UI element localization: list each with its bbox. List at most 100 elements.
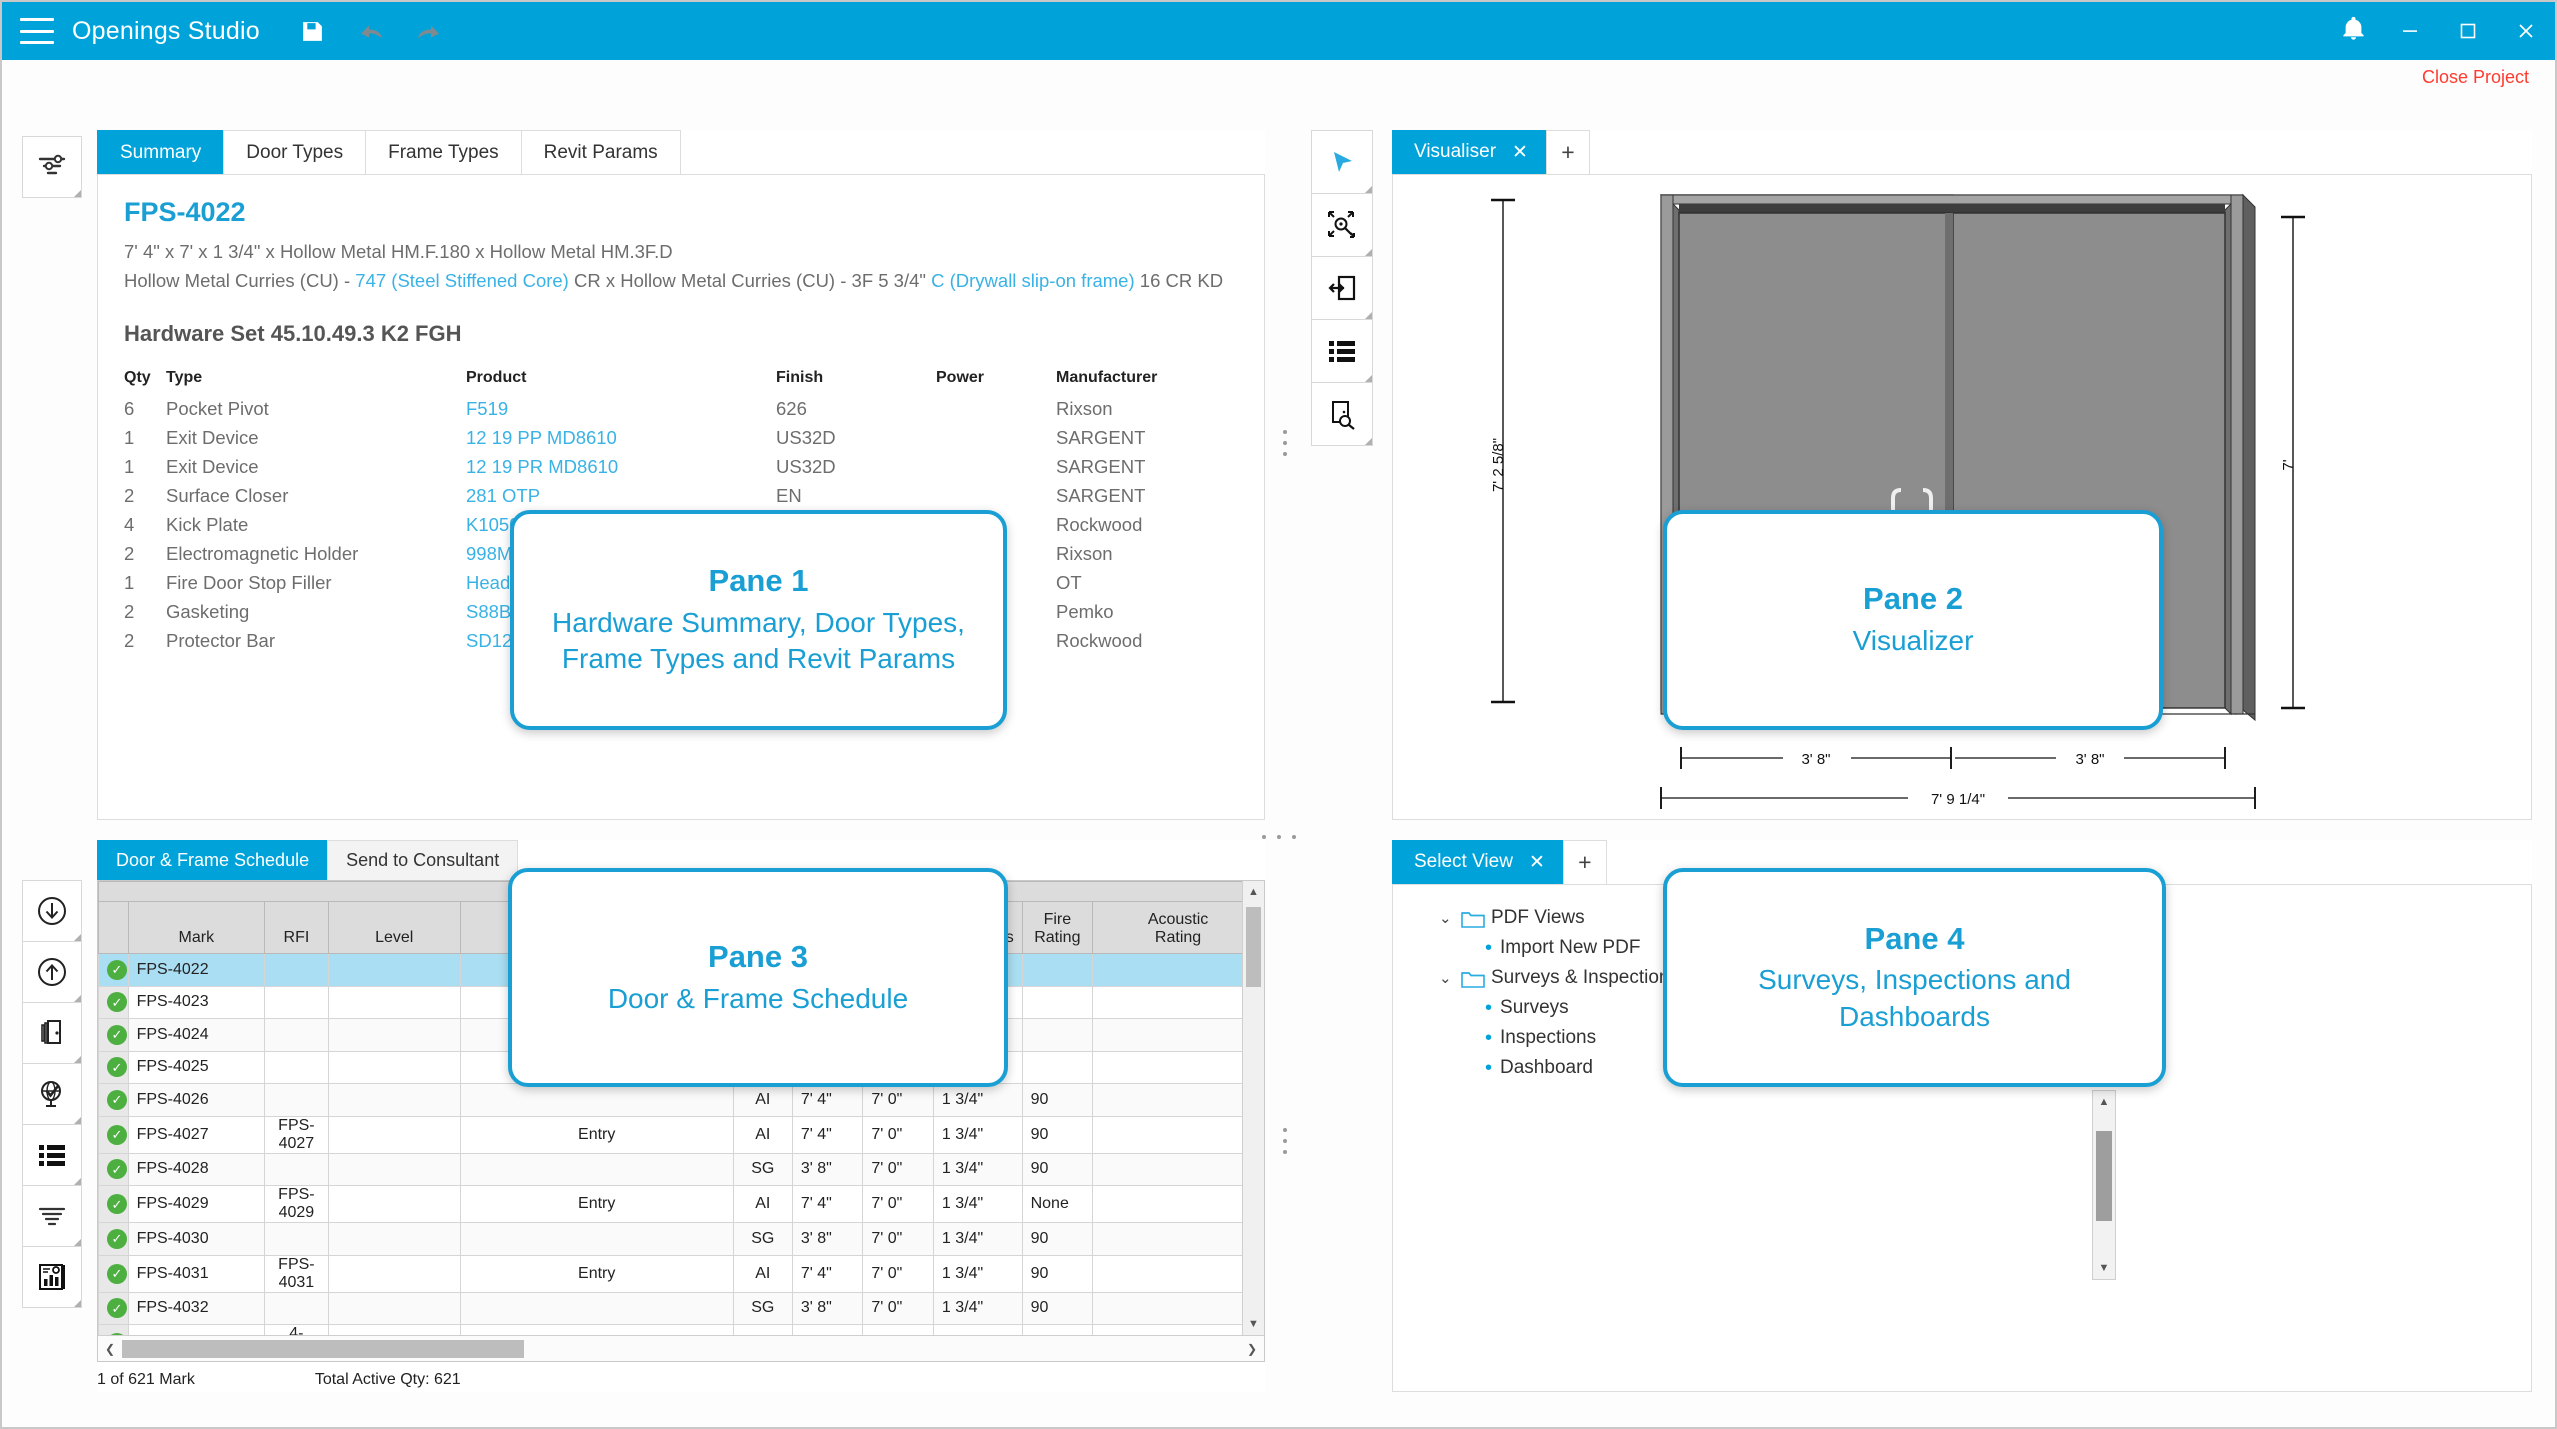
cell-level[interactable] bbox=[327, 1152, 461, 1186]
cell-level[interactable] bbox=[327, 1291, 461, 1325]
cell-height[interactable]: 7' 0" bbox=[862, 1254, 934, 1293]
minimize-button[interactable] bbox=[2381, 2, 2439, 60]
cell-mark[interactable]: FPS-4026 bbox=[127, 1083, 266, 1117]
cell-fire-rating[interactable]: 90 bbox=[1021, 1115, 1094, 1154]
splitter-handle-vertical-2[interactable] bbox=[1283, 1128, 1287, 1154]
row-check-icon[interactable]: ✓ bbox=[98, 1291, 129, 1325]
upload-circle-icon[interactable] bbox=[22, 941, 82, 1003]
tree-scroll-thumb[interactable] bbox=[2096, 1131, 2112, 1221]
cell-to-room[interactable]: Entry bbox=[459, 1254, 734, 1293]
cursor-arrow-icon[interactable] bbox=[1311, 130, 1373, 194]
cell-acoustic-rating[interactable] bbox=[1092, 985, 1264, 1019]
zoom-extents-icon[interactable] bbox=[1311, 193, 1373, 257]
schedule-column-header[interactable]: RFI bbox=[264, 901, 329, 954]
tab-frame-types[interactable]: Frame Types bbox=[365, 130, 522, 174]
cell-height[interactable]: 7' 0" bbox=[862, 1222, 934, 1256]
cell-fire-rating[interactable]: None bbox=[1021, 1185, 1094, 1223]
cell-mark[interactable]: FPS-4031 bbox=[127, 1254, 266, 1293]
globe-check-icon[interactable] bbox=[22, 1063, 82, 1125]
tree-vertical-scrollbar[interactable]: ▲ ▼ bbox=[2092, 1090, 2116, 1280]
cell-level[interactable] bbox=[327, 1222, 461, 1256]
cell-mark[interactable]: FPS-4028 bbox=[127, 1152, 266, 1186]
door-swing-icon[interactable] bbox=[1311, 256, 1373, 320]
tab-summary[interactable]: Summary bbox=[97, 130, 225, 174]
cell-thickness[interactable]: 1 3/4" bbox=[932, 1152, 1023, 1186]
cell-type[interactable]: SG bbox=[732, 1152, 793, 1186]
cell-thickness[interactable]: 1 3/4" bbox=[932, 1222, 1023, 1256]
tab-door-frame-schedule[interactable]: Door & Frame Schedule bbox=[97, 840, 329, 880]
cell-mark[interactable]: FPS-4022 bbox=[127, 953, 266, 987]
cell-height[interactable]: 7' 0" bbox=[862, 1083, 934, 1117]
cell-acoustic-rating[interactable] bbox=[1092, 1254, 1264, 1293]
cell-width[interactable]: 3' 0" bbox=[792, 1362, 863, 1363]
cell-level[interactable] bbox=[327, 1254, 461, 1293]
cell-thickness[interactable]: 1 3/4" bbox=[933, 1362, 1022, 1363]
cell-fire-rating[interactable]: 90 bbox=[1021, 1254, 1094, 1293]
row-check-icon[interactable]: ✓ bbox=[98, 985, 129, 1019]
cell-height[interactable]: 7' 0" bbox=[862, 1185, 934, 1223]
hardware-product[interactable]: F519 bbox=[466, 394, 776, 423]
cell-rfi[interactable] bbox=[264, 1291, 329, 1325]
tree-scroll-down-arrow[interactable]: ▼ bbox=[2093, 1257, 2115, 1279]
cell-type[interactable]: AI bbox=[732, 1254, 793, 1293]
cell-type[interactable]: AI bbox=[732, 1115, 793, 1154]
cell-mark[interactable]: FPS-4032 bbox=[127, 1291, 266, 1325]
cell-acoustic-rating[interactable] bbox=[1092, 1083, 1264, 1117]
cell-mark[interactable]: FPS-4025 bbox=[127, 1050, 266, 1084]
list-icon[interactable] bbox=[22, 1124, 82, 1186]
cell-to-room[interactable] bbox=[459, 1291, 734, 1325]
row-check-icon[interactable]: ✓ bbox=[98, 1018, 129, 1052]
cell-acoustic-rating[interactable] bbox=[1092, 953, 1264, 987]
bell-icon[interactable] bbox=[2340, 15, 2367, 47]
cell-fire-rating[interactable] bbox=[1021, 1018, 1094, 1052]
hamburger-menu-icon[interactable] bbox=[20, 18, 54, 44]
table-row[interactable]: ✓ FPS-4030 SG 3' 8" 7' 0" 1 3/4" 90 bbox=[98, 1222, 1264, 1256]
tab-select-view[interactable]: Select View ✕ bbox=[1392, 840, 1563, 884]
cell-to-room[interactable] bbox=[459, 1083, 734, 1117]
cell-mark[interactable]: FPS-4029 bbox=[127, 1185, 266, 1223]
chevron-down-icon[interactable]: ⌄ bbox=[1439, 969, 1461, 987]
spec-link-core[interactable]: 747 (Steel Stiffened Core) bbox=[355, 270, 569, 291]
chevron-down-icon[interactable]: ⌄ bbox=[1439, 909, 1461, 927]
scroll-thumb-vertical[interactable] bbox=[1246, 907, 1261, 987]
redo-icon[interactable] bbox=[406, 11, 452, 51]
cell-to-room[interactable]: Entry bbox=[459, 1115, 734, 1154]
row-check-icon[interactable]: ✓ bbox=[99, 1362, 129, 1363]
cell-width[interactable]: 7' 4" bbox=[791, 1115, 864, 1154]
cell-acoustic-rating[interactable] bbox=[1092, 1018, 1264, 1052]
cell-width[interactable]: 7' 4" bbox=[791, 1185, 864, 1223]
cell-mark[interactable]: FPS-4030 bbox=[127, 1222, 266, 1256]
maximize-button[interactable] bbox=[2439, 2, 2497, 60]
cell-type[interactable]: AI bbox=[732, 1185, 793, 1223]
cell-fire-rating[interactable] bbox=[1021, 1050, 1094, 1084]
cell-fire-rating[interactable] bbox=[1021, 953, 1094, 987]
tab-revit-params[interactable]: Revit Params bbox=[520, 130, 681, 174]
cell-height[interactable]: 7' 0" bbox=[863, 1362, 934, 1363]
spec-link-frame[interactable]: C (Drywall slip-on frame) bbox=[931, 270, 1135, 291]
cell-level[interactable] bbox=[327, 1050, 461, 1084]
cell-width[interactable]: 7' 4" bbox=[791, 1254, 864, 1293]
splitter-handle-horizontal-1[interactable] bbox=[1262, 835, 1296, 839]
cell-fire-rating[interactable]: 90 bbox=[1021, 1152, 1094, 1186]
cell-thickness[interactable]: 1 3/4" bbox=[932, 1115, 1023, 1154]
tree-scroll-up-arrow[interactable]: ▲ bbox=[2093, 1091, 2115, 1113]
cell-rfi[interactable]: FPS-4031 bbox=[264, 1254, 329, 1293]
cell-type[interactable]: SG bbox=[732, 1222, 793, 1256]
cell-to-room[interactable]: Entry bbox=[459, 1185, 734, 1223]
cell-to-room[interactable] bbox=[459, 1222, 734, 1256]
cell-level[interactable] bbox=[327, 1185, 461, 1223]
scroll-up-arrow[interactable]: ▲ bbox=[1243, 881, 1264, 903]
hscroll-track[interactable] bbox=[122, 1339, 1240, 1358]
schedule-vertical-scrollbar[interactable]: ▲ ▼ bbox=[1242, 881, 1264, 1361]
schedule-column-header[interactable]: Acoustic Rating bbox=[1092, 901, 1264, 954]
hardware-product[interactable]: 12 19 PR MD8610 bbox=[466, 452, 776, 481]
cell-acoustic-rating[interactable] bbox=[1092, 1185, 1264, 1223]
row-check-icon[interactable]: ✓ bbox=[98, 1050, 129, 1084]
hardware-product[interactable]: 281 OTP bbox=[466, 481, 776, 510]
save-icon[interactable] bbox=[290, 11, 336, 51]
cell-thickness[interactable]: 1 3/4" bbox=[932, 1291, 1023, 1325]
download-circle-icon[interactable] bbox=[22, 880, 82, 942]
cell-to-room[interactable] bbox=[460, 1362, 733, 1363]
cell-width[interactable]: 7' 4" bbox=[791, 1083, 864, 1117]
row-check-icon[interactable]: ✓ bbox=[98, 1185, 129, 1223]
